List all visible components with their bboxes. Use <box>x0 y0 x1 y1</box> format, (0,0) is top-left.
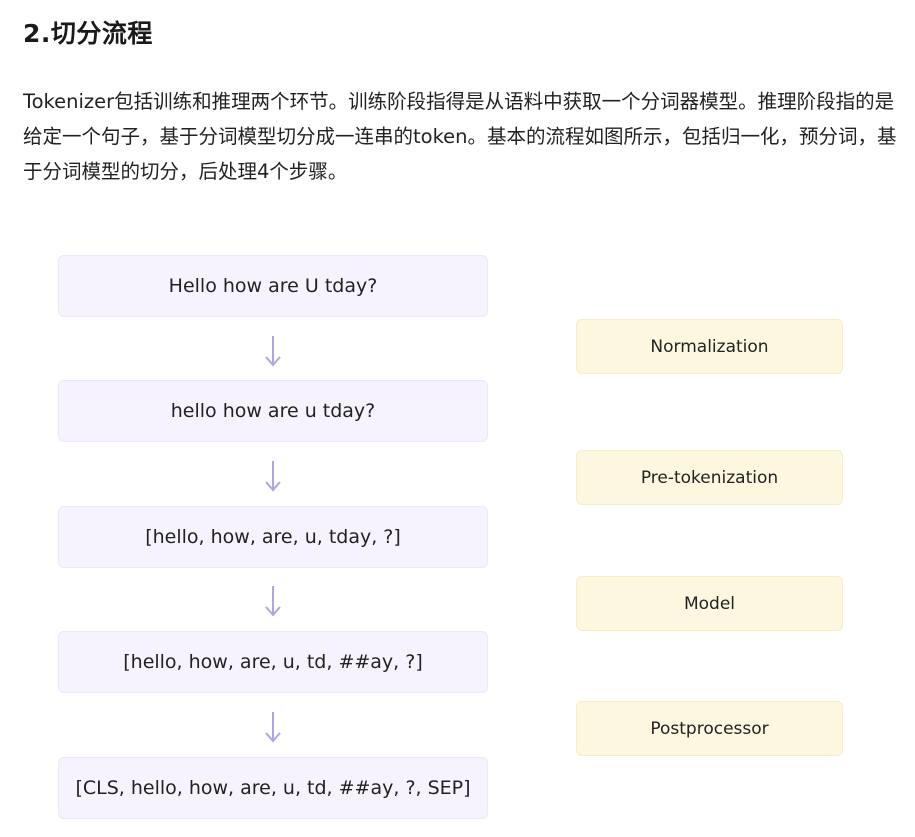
arrow-down-icon <box>258 334 288 368</box>
arrow-down-icon <box>258 459 288 493</box>
stage-box-raw-text: Hello how are U tday? <box>58 255 488 317</box>
stage-box-model-output: [hello, how, are, u, td, ##ay, ?] <box>58 631 488 693</box>
step-label-model: Model <box>576 576 843 631</box>
step-label-postprocessor: Postprocessor <box>576 701 843 756</box>
intro-paragraph: Tokenizer包括训练和推理两个环节。训练阶段指得是从语料中获取一个分词器模… <box>23 90 897 183</box>
section-heading: 2.切分流程 <box>23 19 153 48</box>
stage-box-postprocessed: [CLS, hello, how, are, u, td, ##ay, ?, S… <box>58 757 488 819</box>
arrow-down-icon <box>258 584 288 618</box>
stage-box-pre-tokenized: [hello, how, are, u, tday, ?] <box>58 506 488 568</box>
step-label-pre-tokenization: Pre-tokenization <box>576 450 843 505</box>
step-label-normalization: Normalization <box>576 319 843 374</box>
stage-box-normalized-text: hello how are u tday? <box>58 380 488 442</box>
arrow-down-icon <box>258 710 288 744</box>
